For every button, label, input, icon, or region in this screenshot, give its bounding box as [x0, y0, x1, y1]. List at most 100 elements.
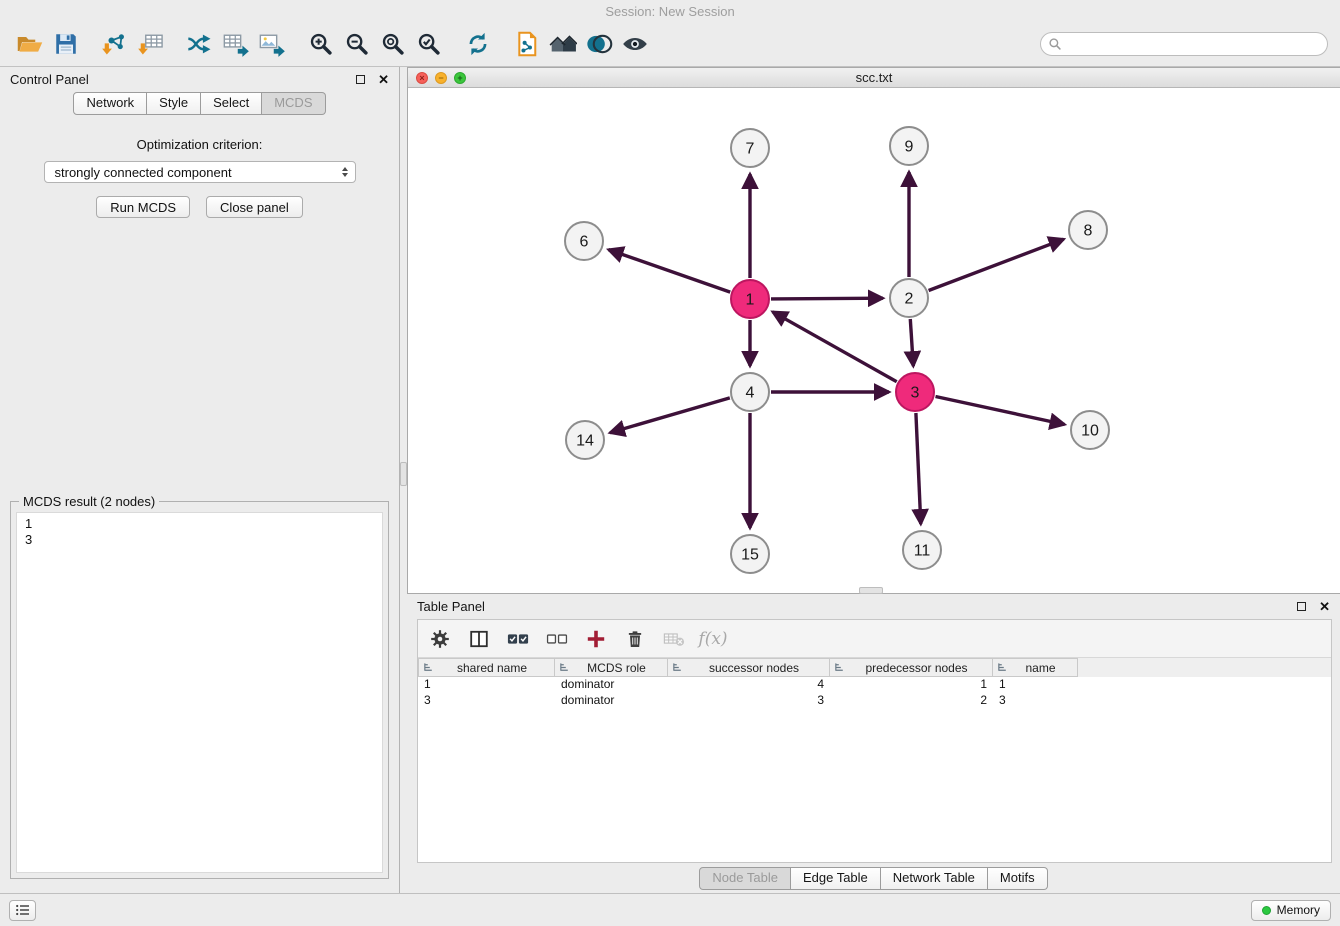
table-splitter-grip[interactable]	[859, 587, 883, 594]
search-input[interactable]	[1040, 32, 1328, 56]
zoom-in-icon[interactable]	[303, 26, 339, 62]
tab-select[interactable]: Select	[201, 92, 262, 115]
zoom-out-icon[interactable]	[339, 26, 375, 62]
import-table-icon[interactable]	[133, 26, 169, 62]
graph-node-15[interactable]: 15	[731, 535, 769, 573]
graph-edge-4-14[interactable]	[610, 398, 730, 433]
mcds-result-line: 1	[25, 516, 374, 532]
mcds-result-line: 3	[25, 532, 374, 548]
refresh-network-icon[interactable]	[460, 26, 496, 62]
column-header-shared-name[interactable]: shared name	[418, 658, 555, 677]
table-cell: 1	[830, 677, 993, 693]
task-list-icon	[15, 903, 31, 917]
column-header-name[interactable]: name	[993, 658, 1078, 677]
minimize-window-button[interactable]: −	[435, 72, 447, 84]
memory-button-label: Memory	[1277, 903, 1320, 917]
zoom-selected-icon[interactable]	[411, 26, 447, 62]
mcds-result-list[interactable]: 13	[16, 512, 383, 873]
graph-edge-2-8[interactable]	[929, 239, 1064, 290]
close-table-panel-icon[interactable]: ✕	[1319, 600, 1330, 613]
table-row[interactable]: 1dominator411	[418, 677, 1331, 693]
float-panel-icon[interactable]	[356, 75, 365, 84]
graph-node-4[interactable]: 4	[731, 373, 769, 411]
status-bar: Memory	[0, 893, 1340, 926]
run-mcds-button[interactable]: Run MCDS	[96, 196, 190, 218]
network-window-title: scc.txt	[856, 70, 893, 85]
table-cell: 3	[668, 693, 830, 709]
tab-motifs[interactable]: Motifs	[988, 867, 1048, 890]
save-session-icon[interactable]	[48, 26, 84, 62]
main-toolbar	[0, 22, 1340, 67]
toolbar-separator	[290, 44, 303, 45]
float-table-panel-icon[interactable]	[1297, 602, 1306, 611]
export-image-icon[interactable]	[254, 26, 290, 62]
table-row[interactable]: 3dominator323	[418, 693, 1331, 709]
export-table-icon[interactable]	[218, 26, 254, 62]
tab-mcds[interactable]: MCDS	[262, 92, 325, 115]
show-graphics-icon[interactable]	[617, 26, 653, 62]
graph-edge-3-10[interactable]	[936, 397, 1065, 425]
delete-table-icon[interactable]	[662, 628, 686, 650]
window-title: Session: New Session	[0, 0, 1340, 22]
table-toolbar: f(x)	[418, 620, 1331, 658]
graph-node-9[interactable]: 9	[890, 127, 928, 165]
column-header-mcds-role[interactable]: MCDS role	[555, 658, 668, 677]
graph-edge-1-2[interactable]	[771, 298, 883, 299]
network-canvas[interactable]: 7 9 6 8 1 2 4 3 14 10 15 11	[408, 88, 1340, 593]
deselect-all-icon[interactable]	[545, 628, 569, 650]
column-header-predecessor-nodes[interactable]: predecessor nodes	[830, 658, 993, 677]
network-graph[interactable]: 7 9 6 8 1 2 4 3 14 10 15 11	[408, 88, 1339, 593]
svg-text:15: 15	[741, 547, 759, 564]
function-builder-label: f(x)	[698, 629, 727, 649]
close-panel-icon[interactable]: ✕	[378, 73, 389, 86]
network-document-icon[interactable]	[509, 26, 545, 62]
tab-network[interactable]: Network	[73, 92, 147, 115]
graph-edge-3-1[interactable]	[773, 312, 897, 382]
tab-style[interactable]: Style	[147, 92, 201, 115]
graph-node-14[interactable]: 14	[566, 421, 604, 459]
graph-node-6[interactable]: 6	[565, 222, 603, 260]
graph-node-8[interactable]: 8	[1069, 211, 1107, 249]
graph-node-3[interactable]: 3	[896, 373, 934, 411]
graph-edge-3-11[interactable]	[916, 413, 921, 524]
graph-node-7[interactable]: 7	[731, 129, 769, 167]
table-options-icon[interactable]	[428, 628, 452, 650]
column-header-successor-nodes[interactable]: successor nodes	[668, 658, 830, 677]
panel-splitter-grip[interactable]	[400, 462, 407, 486]
toolbar-separator	[496, 44, 509, 45]
tab-edge-table[interactable]: Edge Table	[791, 867, 881, 890]
import-network-icon[interactable]	[97, 26, 133, 62]
tab-node-table[interactable]: Node Table	[699, 867, 791, 890]
delete-columns-icon[interactable]	[623, 628, 647, 650]
export-network-icon[interactable]	[182, 26, 218, 62]
home-icon[interactable]	[545, 26, 581, 62]
close-panel-button[interactable]: Close panel	[206, 196, 303, 218]
function-builder-icon[interactable]: f(x)	[701, 628, 725, 650]
close-window-button[interactable]: ×	[416, 72, 428, 84]
visual-style-icon[interactable]	[581, 26, 617, 62]
graph-node-10[interactable]: 10	[1071, 411, 1109, 449]
zoom-fit-icon[interactable]	[375, 26, 411, 62]
svg-text:2: 2	[905, 291, 914, 308]
graph-edge-2-3[interactable]	[910, 319, 913, 366]
graph-node-2[interactable]: 2	[890, 279, 928, 317]
graph-node-1[interactable]: 1	[731, 280, 769, 318]
zoom-window-button[interactable]: +	[454, 72, 466, 84]
table-panel-tabs: Node TableEdge TableNetwork TableMotifs	[407, 863, 1340, 893]
mcds-buttons-row: Run MCDS Close panel	[96, 196, 302, 218]
select-all-icon[interactable]	[506, 628, 530, 650]
tab-network-table[interactable]: Network Table	[881, 867, 988, 890]
open-session-icon[interactable]	[12, 26, 48, 62]
show-columns-icon[interactable]	[467, 628, 491, 650]
toolbar-separator	[447, 44, 460, 45]
graph-node-11[interactable]: 11	[903, 531, 941, 569]
graph-edge-1-6[interactable]	[609, 250, 731, 293]
mcds-result-groupbox: MCDS result (2 nodes) 13	[10, 501, 389, 879]
new-column-icon[interactable]	[584, 628, 608, 650]
optimization-criterion-select[interactable]: strongly connected component	[44, 161, 356, 183]
search-field-wrap	[1040, 32, 1328, 56]
table-cell: 2	[830, 693, 993, 709]
task-history-button[interactable]	[9, 900, 36, 921]
memory-button[interactable]: Memory	[1251, 900, 1331, 921]
svg-text:7: 7	[746, 141, 755, 158]
